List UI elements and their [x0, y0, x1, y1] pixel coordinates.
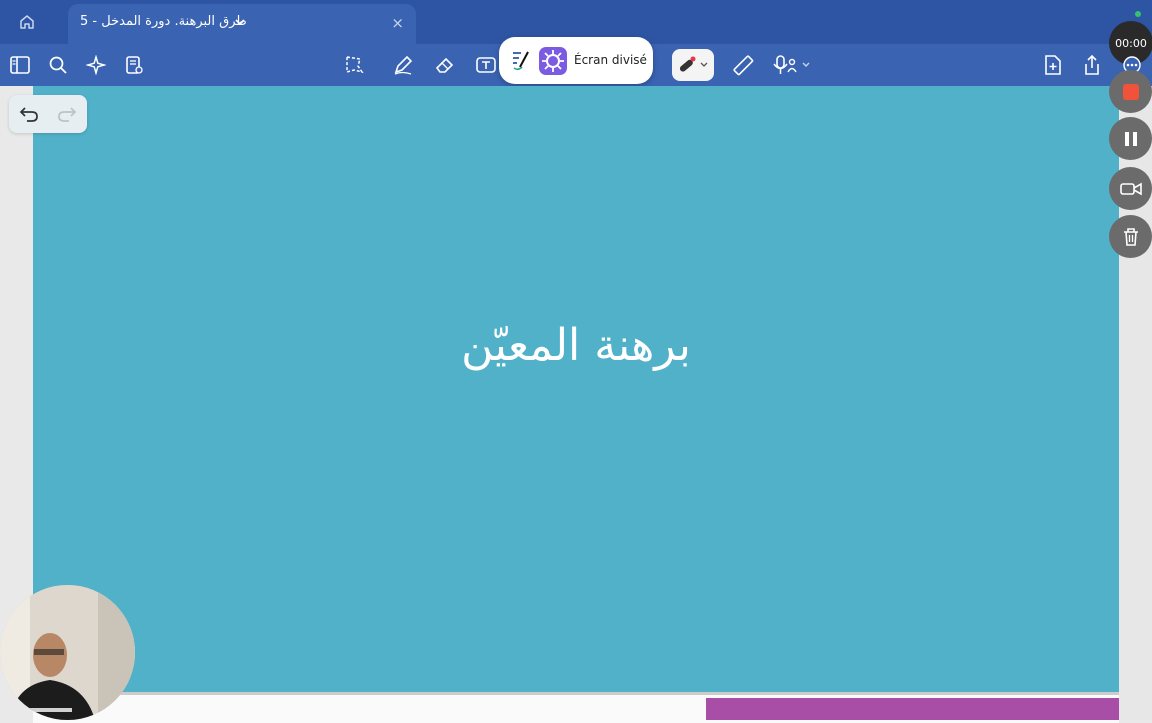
notes-app-icon [511, 49, 531, 71]
search-icon[interactable] [46, 53, 70, 77]
ruler-icon[interactable] [731, 53, 755, 77]
slide-canvas[interactable] [33, 86, 1119, 692]
redo-icon[interactable] [57, 105, 77, 123]
tab-title: طرق البرهنة. دورة المدخل - 5 [80, 14, 247, 29]
split-view-app-icon [539, 47, 567, 75]
microphone-icon[interactable] [772, 53, 814, 77]
undo-icon[interactable] [19, 105, 39, 123]
laser-pointer-button[interactable] [672, 49, 714, 81]
pause-recording-button[interactable] [1109, 117, 1152, 160]
laser-pointer-icon [676, 55, 710, 75]
split-view-label: Écran divisé [574, 53, 647, 67]
split-view-popup[interactable]: Écran divisé [499, 37, 653, 84]
add-page-icon[interactable] [1041, 53, 1065, 77]
camera-icon [1119, 181, 1142, 197]
delete-recording-button[interactable] [1109, 215, 1152, 258]
trash-icon [1122, 227, 1140, 247]
recording-indicator [1135, 11, 1141, 17]
next-page-accent [706, 698, 1119, 720]
sparkle-icon[interactable] [84, 53, 108, 77]
chevron-down-icon[interactable] [234, 16, 246, 28]
sidebar-icon[interactable] [8, 53, 32, 77]
text-tool-icon[interactable] [474, 53, 498, 77]
pen-icon[interactable] [391, 53, 415, 77]
home-icon [19, 14, 35, 30]
eraser-icon[interactable] [433, 53, 457, 77]
camera-toggle-button[interactable] [1109, 167, 1152, 210]
stop-icon [1122, 83, 1139, 100]
page-settings-icon[interactable] [122, 53, 146, 77]
stop-recording-button[interactable] [1109, 70, 1152, 113]
lasso-icon[interactable] [342, 53, 366, 77]
undo-redo-group [9, 95, 87, 133]
slide-title: برهنة المعيّن [461, 320, 691, 371]
close-tab-button[interactable]: × [391, 14, 404, 32]
home-button[interactable] [14, 10, 40, 34]
document-tab[interactable]: طرق البرهنة. دورة المدخل - 5 × [68, 4, 416, 44]
webcam-overlay[interactable] [0, 585, 135, 720]
share-icon[interactable] [1080, 53, 1104, 77]
pause-icon [1123, 131, 1139, 147]
